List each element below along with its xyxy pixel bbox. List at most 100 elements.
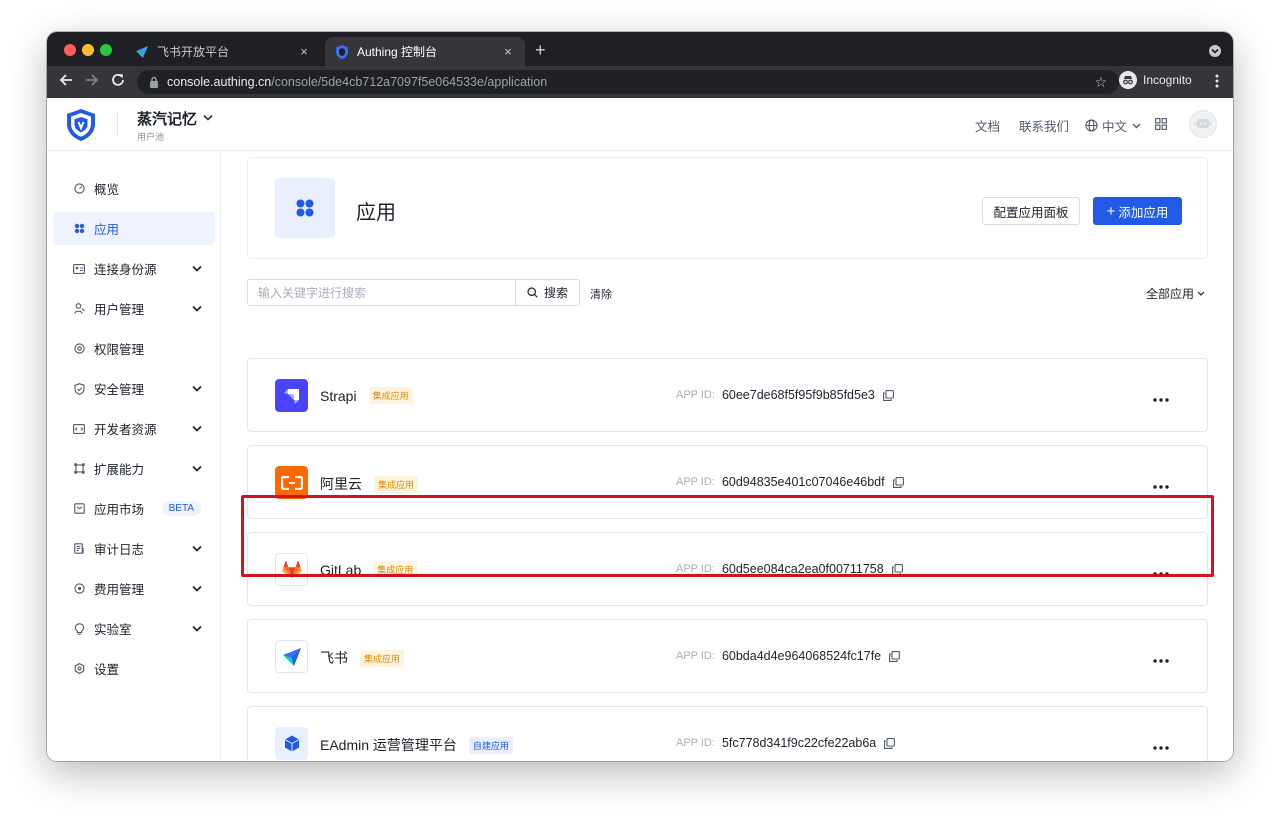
sidebar-item-dashboard[interactable]: 概览 xyxy=(53,172,215,205)
dashboard-icon xyxy=(73,183,85,195)
tab-close-icon[interactable]: × xyxy=(501,44,515,59)
chevron-down-icon xyxy=(189,425,205,432)
app-type-tag: 集成应用 xyxy=(360,649,405,667)
new-tab-button[interactable]: + xyxy=(535,41,546,59)
app-name[interactable]: EAdmin 运营管理平台 自建应用 xyxy=(320,735,513,755)
chevron-down-icon xyxy=(189,265,205,272)
sidebar-item-market[interactable]: 应用市场 BETA xyxy=(53,492,215,525)
more-options-icon[interactable] xyxy=(1153,737,1169,755)
more-options-icon[interactable] xyxy=(1153,476,1169,494)
sidebar-item-log[interactable]: 审计日志 xyxy=(53,532,215,565)
sidebar-item-lab[interactable]: 实验室 xyxy=(53,612,215,645)
sidebar-item-shield[interactable]: 安全管理 xyxy=(53,372,215,405)
reload-icon[interactable] xyxy=(111,73,125,91)
more-options-icon[interactable] xyxy=(1153,650,1169,668)
tab-title: 飞书开放平台 xyxy=(157,45,230,59)
user-pool-subtitle: 用户池 xyxy=(137,132,165,142)
browser-tab-authing[interactable]: Authing 控制台 × xyxy=(325,37,525,66)
tab-close-icon[interactable]: × xyxy=(297,44,311,59)
tab-search-icon[interactable] xyxy=(1209,45,1221,57)
chevron-down-icon xyxy=(189,305,205,312)
back-icon[interactable] xyxy=(59,73,73,91)
copy-icon[interactable] xyxy=(882,389,894,401)
sidebar-item-apps[interactable]: 应用 xyxy=(53,212,215,245)
strapi-logo-icon xyxy=(275,379,308,412)
sidebar-item-billing[interactable]: 费用管理 xyxy=(53,572,215,605)
user-icon xyxy=(73,303,85,315)
docs-link[interactable]: 文档 xyxy=(975,116,1000,135)
window-close-button[interactable] xyxy=(64,44,76,56)
app-grid-icon[interactable] xyxy=(1155,117,1167,130)
app-id-value: 60ee7de68f5f95f9b85fd5e3 xyxy=(721,388,875,402)
beta-badge: BETA xyxy=(161,501,201,516)
chevron-down-icon xyxy=(1132,123,1141,129)
feishu-logo-icon xyxy=(275,640,308,673)
app-name[interactable]: 阿里云 集成应用 xyxy=(320,474,419,494)
sidebar-item-label: 权限管理 xyxy=(94,343,145,357)
forward-icon[interactable] xyxy=(85,73,99,91)
clear-search-link[interactable]: 清除 xyxy=(590,286,612,302)
app-list-item-aliyun[interactable]: 阿里云 集成应用 APP ID: 60d94835e401c07046e46bdf xyxy=(247,445,1208,519)
copy-icon[interactable] xyxy=(889,650,901,662)
app-id-value: 60bda4d4e964068524fc17fe xyxy=(721,649,882,663)
add-app-button[interactable]: + 添加应用 xyxy=(1093,197,1182,225)
search-input[interactable] xyxy=(248,280,515,305)
copy-icon[interactable] xyxy=(884,737,896,749)
sidebar-item-settings[interactable]: 设置 xyxy=(53,652,215,685)
authing-logo-icon[interactable] xyxy=(65,108,99,142)
sidebar-item-label: 用户管理 xyxy=(94,303,145,317)
bookmark-star-icon[interactable]: ☆ xyxy=(1094,74,1107,91)
filter-label: 全部应用 xyxy=(1145,287,1194,301)
app-id-field: APP ID: 60ee7de68f5f95f9b85fd5e3 xyxy=(676,388,894,402)
app-name-text: 飞书 xyxy=(320,650,348,666)
browser-menu-icon[interactable] xyxy=(1215,74,1219,90)
app-list-item-feishu[interactable]: 飞书 集成应用 APP ID: 60bda4d4e964068524fc17fe xyxy=(247,619,1208,693)
app-name[interactable]: GitLab 集成应用 xyxy=(320,561,418,578)
language-label: 中文 xyxy=(1102,120,1128,134)
contact-link[interactable]: 联系我们 xyxy=(1019,116,1069,135)
chevron-down-icon xyxy=(1197,289,1205,298)
sidebar-item-user[interactable]: 用户管理 xyxy=(53,292,215,325)
user-pool-name: 蒸汽记忆 xyxy=(137,111,198,128)
search-icon xyxy=(527,287,538,298)
plus-icon: + xyxy=(1106,202,1116,220)
app-name[interactable]: 飞书 集成应用 xyxy=(320,648,405,668)
config-app-panel-button[interactable]: 配置应用面板 xyxy=(982,197,1080,225)
app-id-field: APP ID: 60bda4d4e964068524fc17fe xyxy=(676,649,901,663)
page-header-card: 应用 配置应用面板 + 添加应用 xyxy=(247,157,1208,259)
sidebar-item-label: 设置 xyxy=(94,663,120,677)
search-bar: 搜索 xyxy=(247,279,580,306)
chevron-down-icon xyxy=(203,113,213,124)
avatar[interactable] xyxy=(1189,110,1217,138)
app-list-item-cube[interactable]: EAdmin 运营管理平台 自建应用 APP ID: 5fc778d341f9c22c… xyxy=(247,706,1208,761)
sidebar-item-permission[interactable]: 权限管理 xyxy=(53,332,215,365)
user-pool-switcher[interactable]: 蒸汽记忆 xyxy=(137,108,213,129)
sidebar-item-label: 费用管理 xyxy=(94,583,145,597)
more-options-icon[interactable] xyxy=(1153,389,1169,407)
sidebar-item-id-card[interactable]: 连接身份源 xyxy=(53,252,215,285)
app-type-tag: 集成应用 xyxy=(373,561,418,578)
sidebar-item-code[interactable]: 开发者资源 xyxy=(53,412,215,445)
search-button[interactable]: 搜索 xyxy=(515,280,579,305)
sidebar-item-extension[interactable]: 扩展能力 xyxy=(53,452,215,485)
app-list-item-strapi[interactable]: Strapi 集成应用 APP ID: 60ee7de68f5f95f9b85fd5e… xyxy=(247,358,1208,432)
window-zoom-button[interactable] xyxy=(100,44,112,56)
chevron-down-icon xyxy=(189,465,205,472)
feishu-favicon-icon xyxy=(135,45,149,59)
more-options-icon[interactable] xyxy=(1153,563,1169,581)
language-switcher[interactable]: 中文 xyxy=(1085,116,1141,135)
copy-icon[interactable] xyxy=(892,476,904,488)
chevron-down-icon xyxy=(189,585,205,592)
app-filter-dropdown[interactable]: 全部应用 xyxy=(1146,285,1205,302)
incognito-indicator[interactable]: Incognito xyxy=(1119,71,1192,89)
url-path: /console/5de4cb712a7097f5e064533e/applic… xyxy=(271,75,548,89)
browser-tab-feishu[interactable]: 飞书开放平台 × xyxy=(125,37,321,66)
app-list-item-gitlab[interactable]: GitLab 集成应用 APP ID: 60d5ee084ca2ea0f0071175… xyxy=(247,532,1208,606)
app-name[interactable]: Strapi 集成应用 xyxy=(320,387,413,404)
copy-icon[interactable] xyxy=(891,563,903,575)
window-minimize-button[interactable] xyxy=(82,44,94,56)
app-id-value: 60d5ee084ca2ea0f00711758 xyxy=(721,562,884,576)
address-bar[interactable]: console.authing.cn /console/5de4cb712a70… xyxy=(137,70,1119,94)
code-icon xyxy=(73,423,85,435)
authing-favicon-icon xyxy=(335,44,349,59)
